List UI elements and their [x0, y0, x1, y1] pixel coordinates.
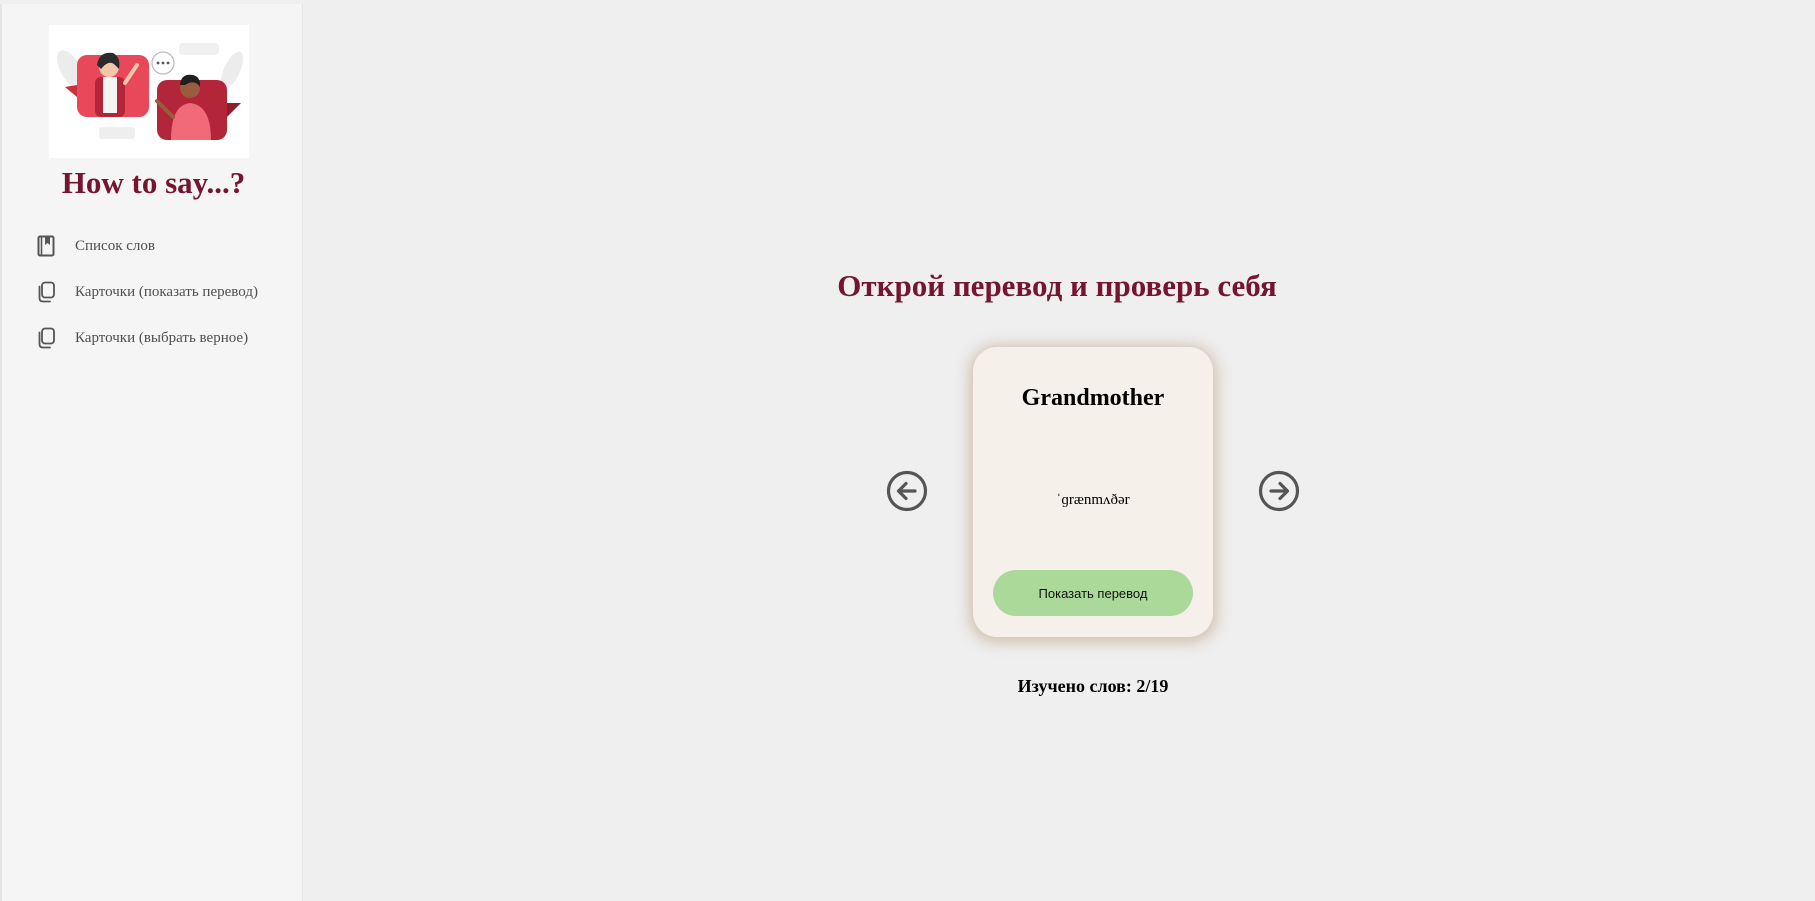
- app-title: How to say...?: [61, 165, 246, 200]
- sidebar-item-cards-show-translation[interactable]: Карточки (показать перевод): [35, 278, 258, 306]
- two-people-chat-illustration: [57, 43, 244, 140]
- card-word: Grandmother: [1021, 385, 1165, 411]
- show-translation-button[interactable]: Показать перевод: [993, 570, 1193, 616]
- page-title: Открой перевод и проверь себя: [303, 268, 1815, 304]
- arrow-right-circle-icon: [1258, 470, 1300, 512]
- previous-card-button[interactable]: [886, 470, 928, 512]
- learned-words-counter: Изучено слов: 2/19: [1017, 676, 1169, 696]
- sidebar-item-cards-choose-correct[interactable]: Карточки (выбрать верное): [35, 324, 248, 352]
- next-card-button[interactable]: [1258, 470, 1300, 512]
- sidebar: How to say...? Список слов Карточки (пок…: [0, 4, 303, 901]
- flashcard: Grandmother ˈɡrænmʌðər Показать перевод: [973, 347, 1213, 637]
- arrow-left-circle-icon: [886, 470, 928, 512]
- sidebar-item-label: Карточки (показать перевод): [75, 283, 258, 300]
- sidebar-item-label: Карточки (выбрать верное): [75, 329, 249, 346]
- card-transcription: ˈɡrænmʌðər: [1056, 492, 1130, 508]
- page-title-text: Открой перевод и проверь себя: [837, 268, 1277, 303]
- copy-cards-icon: [35, 326, 57, 350]
- book-icon: [35, 234, 57, 258]
- app-logo: [49, 25, 249, 158]
- sidebar-item-label: Список слов: [75, 237, 155, 254]
- sidebar-item-word-list[interactable]: Список слов: [35, 232, 155, 260]
- copy-cards-icon: [35, 280, 57, 304]
